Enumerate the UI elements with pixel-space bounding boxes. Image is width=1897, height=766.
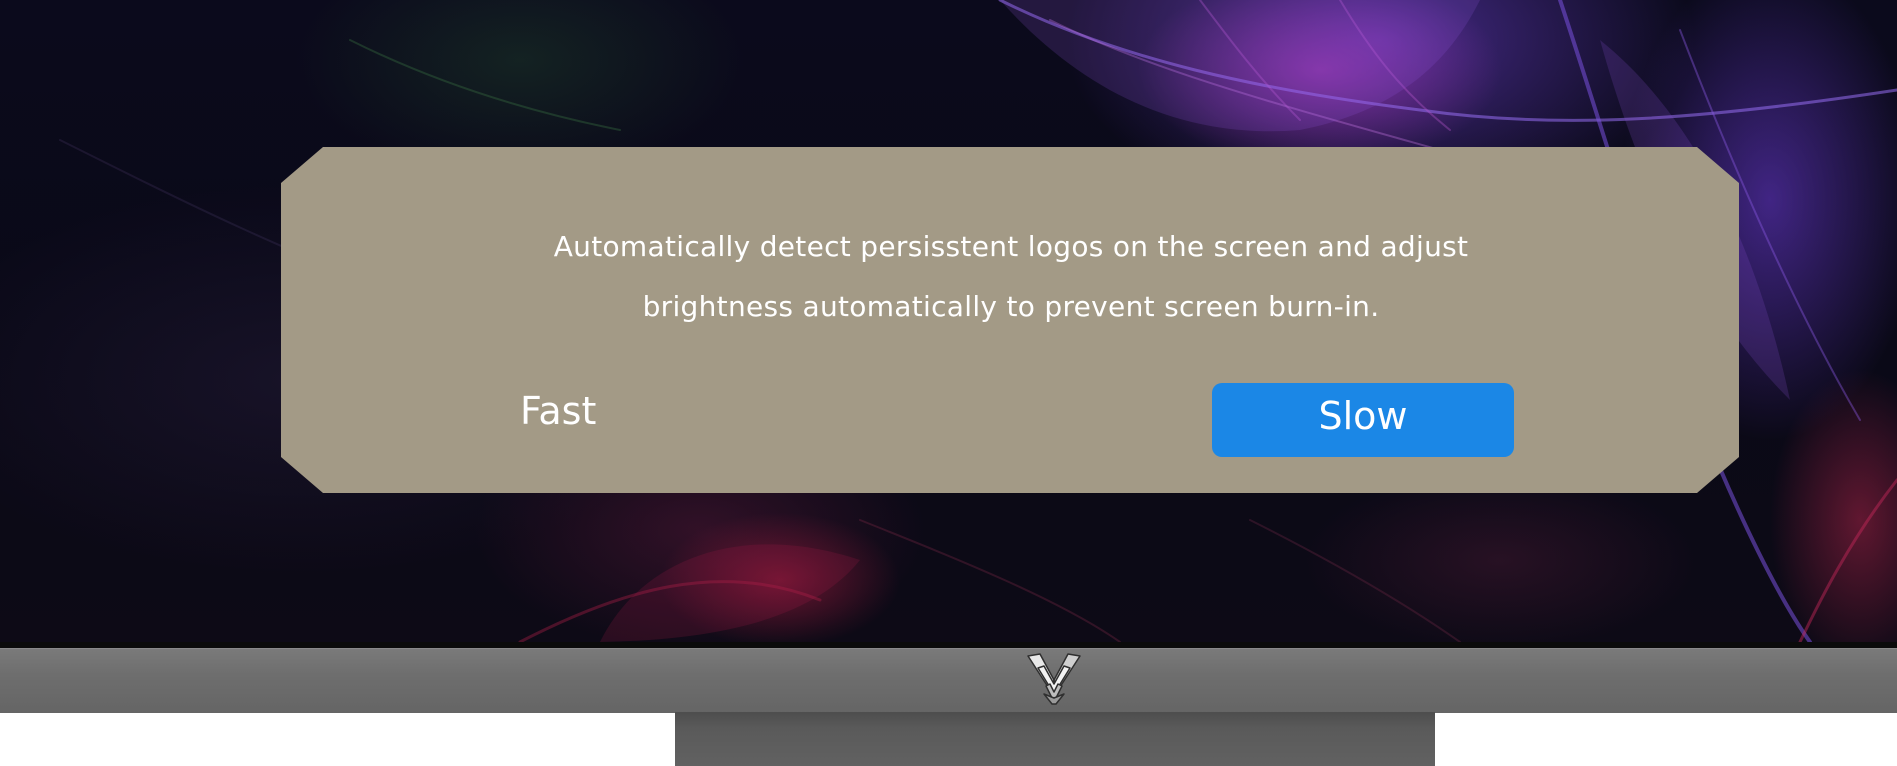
osd-dialog: Automatically detect persisstent logos o…	[281, 147, 1739, 493]
monitor-brand-logo-icon	[1027, 653, 1081, 705]
monitor-display: Automatically detect persisstent logos o…	[0, 0, 1897, 766]
osd-message: Automatically detect persisstent logos o…	[491, 217, 1531, 337]
osd-message-line-2: brightness automatically to prevent scre…	[642, 290, 1380, 323]
monitor-bezel	[0, 648, 1897, 713]
monitor-stand	[675, 712, 1435, 766]
option-fast[interactable]: Fast	[520, 383, 596, 439]
osd-message-line-1: Automatically detect persisstent logos o…	[553, 230, 1469, 263]
option-slow-selected[interactable]: Slow	[1212, 383, 1514, 457]
